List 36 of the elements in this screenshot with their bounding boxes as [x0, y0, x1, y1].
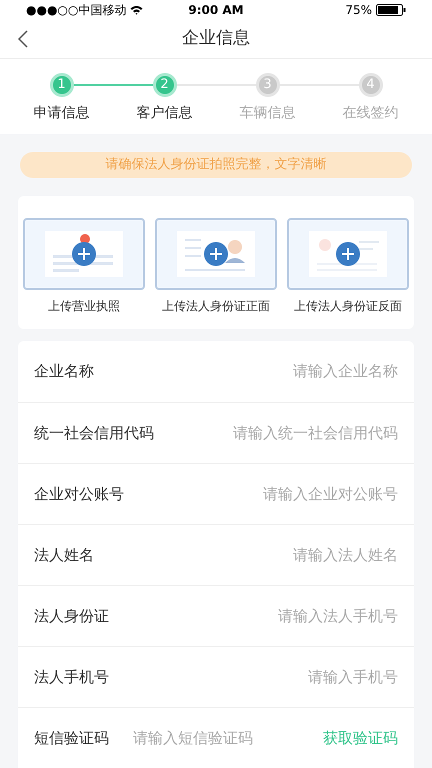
- field-label: 法人身份证: [34, 606, 109, 627]
- get-code-button[interactable]: 获取验证码: [323, 726, 398, 750]
- input-field[interactable]: 请输入企业名称: [104, 360, 398, 383]
- input-field[interactable]: 请输入法人手机号: [119, 604, 398, 628]
- step-label: 申请信息: [34, 104, 90, 123]
- upload-label: 上传营业执照: [48, 298, 120, 315]
- field-label: 短信验证码: [34, 728, 109, 749]
- input-field[interactable]: 请输入企业对公账号: [134, 482, 398, 506]
- step-label: 车辆信息: [240, 104, 296, 123]
- page-title: 企业信息: [182, 26, 250, 50]
- clock-text: 9:00 AM: [188, 2, 244, 19]
- upload-label: 上传法人身份证正面: [162, 298, 270, 315]
- wifi-icon: [130, 4, 144, 15]
- field-label: 法人姓名: [34, 544, 94, 566]
- upload-button[interactable]: [155, 218, 277, 290]
- upload-label: 上传法人身份证反面: [294, 298, 402, 315]
- notice-banner: 请确保法人身份证拍照完整，文字清晰: [20, 152, 412, 178]
- plus-icon: [72, 242, 96, 266]
- input-field[interactable]: 请输入统一社会信用代码: [164, 422, 398, 444]
- plus-icon: [336, 242, 360, 266]
- plus-icon: [204, 242, 228, 266]
- carrier-text: ●●●○○中国移动: [26, 2, 126, 19]
- battery-text: 75%: [345, 2, 372, 19]
- step-label: 在线签约: [342, 104, 398, 123]
- input-field[interactable]: 请输入手机号: [119, 666, 398, 688]
- field-label: 企业对公账号: [34, 484, 124, 505]
- back-icon: [18, 30, 28, 48]
- field-label: 法人手机号: [34, 666, 109, 688]
- battery-icon: [376, 4, 406, 16]
- input-field[interactable]: 请输入短信验证码: [133, 726, 315, 750]
- upload-button[interactable]: [23, 218, 145, 290]
- field-label: 企业名称: [34, 361, 94, 382]
- upload-button[interactable]: [287, 218, 409, 290]
- field-label: 统一社会信用代码: [34, 422, 154, 444]
- input-field[interactable]: 请输入法人姓名: [104, 544, 398, 566]
- step-label: 客户信息: [136, 104, 192, 123]
